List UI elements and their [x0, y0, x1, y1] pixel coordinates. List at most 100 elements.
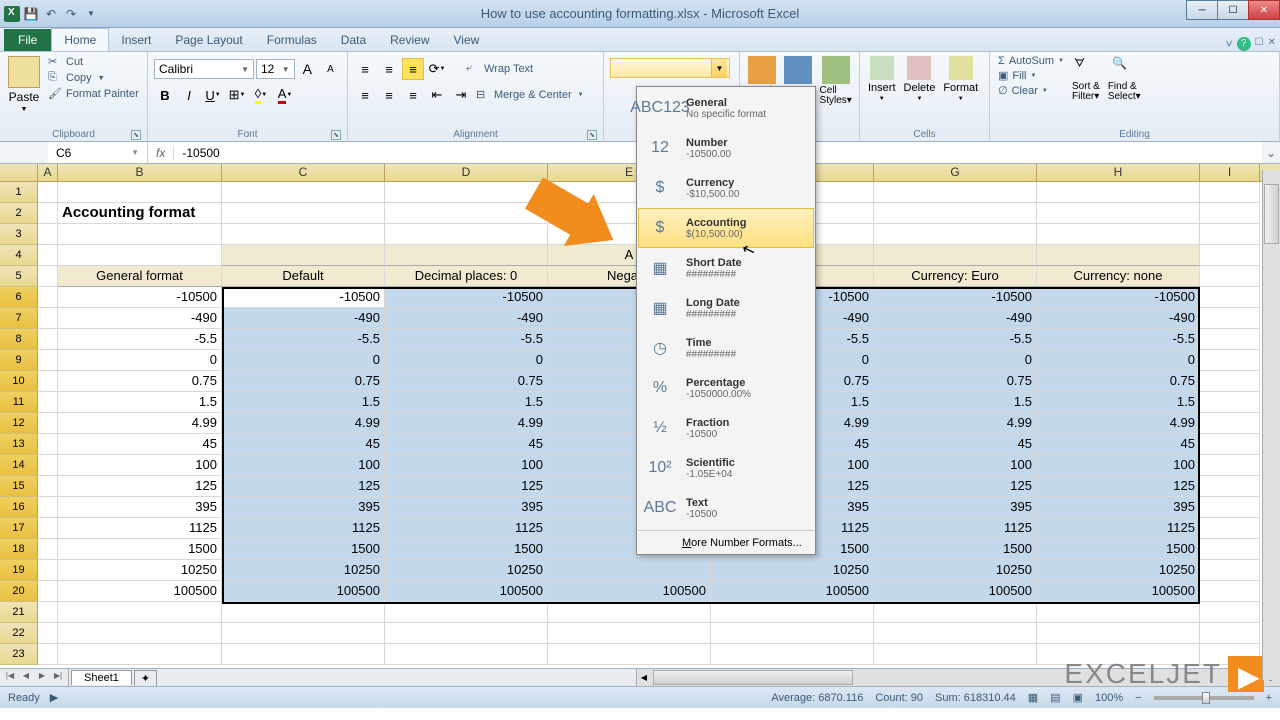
cell[interactable]: -490 — [222, 308, 385, 329]
cell[interactable]: 395 — [222, 497, 385, 518]
cell[interactable]: 0.75 — [222, 371, 385, 392]
cell[interactable] — [874, 245, 1037, 266]
row-header[interactable]: 7 — [0, 308, 38, 329]
file-tab[interactable]: File — [4, 29, 51, 51]
cell[interactable]: 125 — [385, 476, 548, 497]
cell[interactable] — [222, 245, 385, 266]
sort-filter-button[interactable]: ᗊSort &Filter▾ — [1070, 54, 1102, 104]
row-header[interactable]: 10 — [0, 371, 38, 392]
cell[interactable]: 4.99 — [1037, 413, 1200, 434]
cell[interactable]: 1.5 — [1037, 392, 1200, 413]
align-top-icon[interactable]: ≡ — [354, 58, 376, 80]
copy-button[interactable]: ⎘Copy▼ — [46, 70, 141, 86]
qat-save-icon[interactable]: 💾 — [22, 5, 40, 23]
cell[interactable] — [38, 476, 58, 497]
cell[interactable] — [38, 182, 58, 203]
cell[interactable] — [58, 224, 222, 245]
cell[interactable]: 100500 — [874, 581, 1037, 602]
cell[interactable]: 0.75 — [385, 371, 548, 392]
cell[interactable] — [385, 602, 548, 623]
cell[interactable]: 45 — [385, 434, 548, 455]
format-option-long-date[interactable]: ▦Long Date######### — [638, 288, 814, 328]
cell[interactable]: Default — [222, 266, 385, 287]
close-button[interactable]: ✕ — [1248, 0, 1280, 20]
cell[interactable] — [1200, 560, 1260, 581]
row-header[interactable]: 9 — [0, 350, 38, 371]
cell[interactable]: Decimal places: 0 — [385, 266, 548, 287]
cell[interactable]: 1125 — [58, 518, 222, 539]
window-close-icon[interactable]: ✕ — [1268, 37, 1276, 51]
format-option-time[interactable]: ◷Time######### — [638, 328, 814, 368]
cell[interactable] — [385, 644, 548, 665]
cell[interactable]: 100 — [1037, 455, 1200, 476]
cell[interactable]: 100 — [874, 455, 1037, 476]
cell[interactable]: -5.5 — [58, 329, 222, 350]
cell[interactable]: 1500 — [222, 539, 385, 560]
cell[interactable]: 1125 — [385, 518, 548, 539]
cell[interactable] — [222, 644, 385, 665]
cell[interactable] — [38, 287, 58, 308]
fill-color-button[interactable]: ◊▼ — [250, 84, 272, 106]
cell[interactable]: 1.5 — [874, 392, 1037, 413]
cell[interactable] — [38, 455, 58, 476]
minimize-button[interactable]: ─ — [1186, 0, 1218, 20]
cell[interactable] — [1200, 245, 1260, 266]
font-color-button[interactable]: A▼ — [274, 84, 296, 106]
format-option-short-date[interactable]: ▦Short Date######### — [638, 248, 814, 288]
cell[interactable]: -10500 — [385, 287, 548, 308]
cell[interactable]: 4.99 — [385, 413, 548, 434]
tab-page-layout[interactable]: Page Layout — [163, 29, 254, 51]
cell[interactable]: 10250 — [385, 560, 548, 581]
row-header[interactable]: 14 — [0, 455, 38, 476]
cell[interactable] — [38, 623, 58, 644]
cell[interactable]: 45 — [58, 434, 222, 455]
name-box[interactable]: C6▼ — [48, 142, 148, 163]
cell[interactable]: 1500 — [1037, 539, 1200, 560]
cell[interactable] — [1200, 203, 1260, 224]
cell[interactable] — [1200, 602, 1260, 623]
row-header[interactable]: 23 — [0, 644, 38, 665]
cell[interactable] — [1200, 455, 1260, 476]
cell[interactable]: -10500 — [222, 287, 385, 308]
qat-redo-icon[interactable]: ↷ — [62, 5, 80, 23]
view-layout-icon[interactable]: ▤ — [1050, 691, 1060, 704]
row-header[interactable]: 3 — [0, 224, 38, 245]
cell[interactable]: 0.75 — [58, 371, 222, 392]
cell[interactable]: 1125 — [1037, 518, 1200, 539]
window-restore-icon[interactable]: ☐ — [1255, 37, 1264, 51]
cell[interactable]: 4.99 — [222, 413, 385, 434]
cell[interactable] — [222, 623, 385, 644]
format-option-number[interactable]: 12Number-10500.00 — [638, 128, 814, 168]
align-right-icon[interactable]: ≡ — [402, 84, 424, 106]
cell[interactable] — [1200, 518, 1260, 539]
number-format-combo[interactable]: ▼ — [610, 58, 730, 78]
cell[interactable] — [1200, 413, 1260, 434]
cell[interactable]: -5.5 — [874, 329, 1037, 350]
fx-icon[interactable]: fx — [148, 146, 174, 160]
cell[interactable] — [38, 308, 58, 329]
cell[interactable]: -5.5 — [222, 329, 385, 350]
cell[interactable] — [1037, 245, 1200, 266]
cell[interactable]: 0 — [58, 350, 222, 371]
cell[interactable]: 0.75 — [1037, 371, 1200, 392]
cell[interactable]: Accounting format — [58, 203, 222, 224]
cell[interactable] — [874, 182, 1037, 203]
format-option-fraction[interactable]: ½Fraction-10500 — [638, 408, 814, 448]
format-option-general[interactable]: ABC123GeneralNo specific format — [638, 88, 814, 128]
grow-font-icon[interactable]: A — [297, 58, 318, 80]
cell[interactable] — [874, 224, 1037, 245]
row-header[interactable]: 4 — [0, 245, 38, 266]
cell[interactable]: 0 — [874, 350, 1037, 371]
cell[interactable]: 45 — [222, 434, 385, 455]
cell[interactable] — [385, 245, 548, 266]
cell[interactable]: 1.5 — [222, 392, 385, 413]
cell[interactable] — [38, 350, 58, 371]
row-header[interactable]: 15 — [0, 476, 38, 497]
cell[interactable] — [58, 182, 222, 203]
cell[interactable] — [1200, 182, 1260, 203]
format-option-currency[interactable]: $Currency-$10,500.00 — [638, 168, 814, 208]
vertical-scrollbar[interactable] — [1262, 170, 1280, 680]
tab-view[interactable]: View — [442, 29, 492, 51]
format-cells-button[interactable]: Format▼ — [941, 54, 980, 104]
cell[interactable] — [1200, 476, 1260, 497]
